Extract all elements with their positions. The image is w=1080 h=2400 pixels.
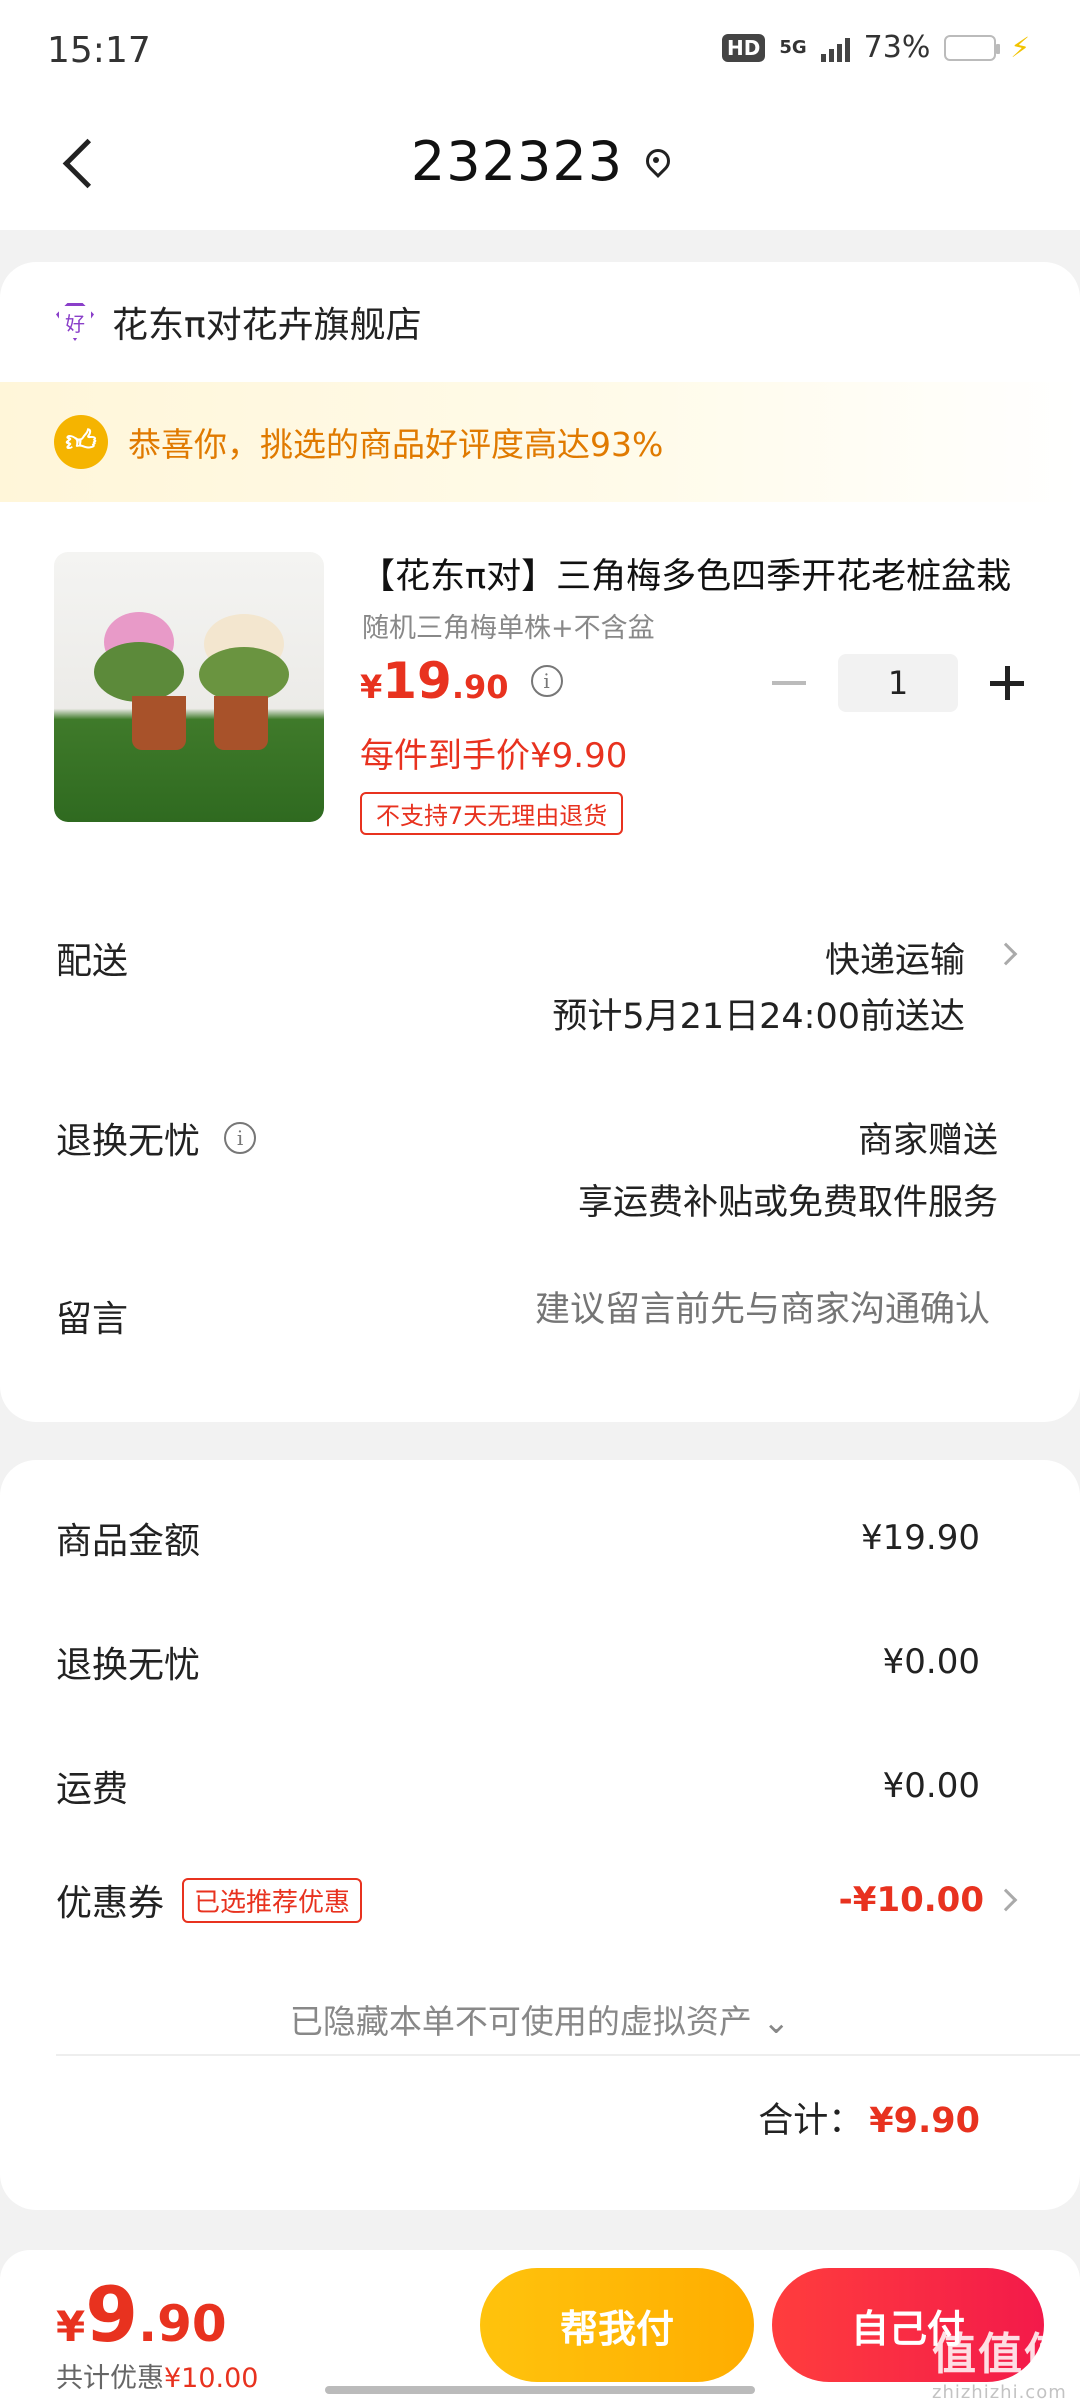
order-card: 好 花东π对花卉旗舰店 👍︎ 恭喜你，挑选的商品好评度高达93% 【花东π对】三… (0, 262, 1080, 1422)
total-amount: ¥9.90 (869, 2101, 980, 2141)
refund-detail: 享运费补贴或免费取件服务 (577, 1183, 998, 1223)
battery-percent: 73% (863, 30, 931, 65)
hidden-assets-toggle[interactable]: 已隐藏本单不可使用的虚拟资产 ⌄ (0, 1995, 1080, 2043)
status-bar: 15:17 HD 5G 73% ⚡ (0, 0, 1080, 100)
status-icons: HD 5G 73% ⚡ (721, 30, 1030, 65)
shop-name: 花东π对花卉旗舰店 (112, 305, 422, 346)
price-info-icon[interactable]: i (530, 665, 563, 697)
chevron-right-icon (994, 1888, 1018, 1912)
rating-banner: 👍︎ 恭喜你，挑选的商品好评度高达93% (0, 382, 1080, 502)
refund-label: 退换无忧 (56, 1121, 201, 1162)
hd-icon: HD (721, 33, 766, 62)
refund-row: 退换无忧 i 商家赠送 享运费补贴或免费取件服务 (0, 1072, 1080, 1252)
message-label: 留言 (56, 1299, 129, 1340)
status-time: 15:17 (47, 30, 151, 71)
plus-icon[interactable] (990, 666, 1024, 700)
delivery-label: 配送 (56, 941, 129, 982)
location-pin-icon (645, 149, 669, 179)
delivery-eta: 预计5月21日24:00前送达 (552, 997, 965, 1037)
network-label: 5G (779, 37, 807, 58)
help-me-pay-button[interactable]: 帮我付 (480, 2268, 754, 2382)
charging-icon: ⚡ (1010, 31, 1030, 64)
pay-amount: ¥ 9 .90 (56, 2270, 227, 2359)
checkout-bar: ¥ 9 .90 共计优惠¥10.00 帮我付 自己付 (0, 2250, 1080, 2400)
chevron-right-icon (994, 942, 1018, 966)
price-summary-card: 商品金额 ¥19.90 退换无忧 ¥0.00 运费 ¥0.00 优惠券 已选推荐… (0, 1460, 1080, 2210)
home-indicator[interactable] (325, 2386, 755, 2394)
product-image[interactable] (54, 552, 324, 822)
divider (56, 2054, 1080, 2056)
page-title: 232323 (410, 130, 624, 193)
refund-value: 商家赠送 (857, 1121, 998, 1161)
watermark: 值值值 zhizhizhi.com (932, 2329, 1070, 2400)
message-input[interactable] (370, 1290, 990, 1330)
product-price: ¥ 19 .90 i (360, 652, 563, 710)
shop-diamond-icon: 好 (56, 303, 94, 341)
delivery-row[interactable]: 配送 快递运输 预计5月21日24:00前送达 (0, 892, 1080, 1072)
nav-header: 232323 (0, 100, 1080, 230)
coupon-row[interactable]: 优惠券 已选推荐优惠 -¥10.00 (56, 1874, 1024, 1926)
delivery-method: 快递运输 (824, 941, 965, 981)
banner-text: 恭喜你，挑选的商品好评度高达93% (128, 425, 664, 464)
product-title[interactable]: 【花东π对】三角梅多色四季开花老桩盆栽 (360, 548, 1020, 599)
shop-row[interactable]: 好 花东π对花卉旗舰店 (0, 262, 1080, 382)
address-title[interactable]: 232323 (0, 130, 1080, 193)
coupon-value: -¥10.00 (838, 1880, 984, 1920)
total-saved: 共计优惠¥10.00 (56, 2363, 259, 2394)
quantity-value[interactable]: 1 (838, 654, 958, 712)
shipping-fee-row: 运费 ¥0.00 (56, 1766, 980, 1810)
quantity-stepper: 1 (772, 654, 1024, 712)
minus-icon[interactable] (772, 681, 806, 685)
unit-final-price: 每件到手价¥9.90 (360, 736, 628, 776)
refund-info-icon[interactable]: i (224, 1122, 257, 1154)
message-row: 留言 (0, 1252, 1080, 1362)
refund-fee-row: 退换无忧 ¥0.00 (56, 1642, 980, 1686)
product-item: 【花东π对】三角梅多色四季开花老桩盆栽 随机三角梅单株+不含盆 ¥ 19 .90… (0, 502, 1080, 892)
signal-icon (820, 34, 850, 62)
battery-icon (944, 34, 1001, 61)
thumbs-up-icon: 👍︎ (54, 415, 108, 469)
coupon-badge: 已选推荐优惠 (182, 1877, 363, 1923)
product-spec[interactable]: 随机三角梅单株+不含盆 (362, 606, 655, 645)
no-return-tag: 不支持7天无理由退货 (360, 792, 624, 835)
total-row: 合计： ¥9.90 (758, 2101, 980, 2141)
goods-amount-row: 商品金额 ¥19.90 (56, 1518, 980, 1562)
